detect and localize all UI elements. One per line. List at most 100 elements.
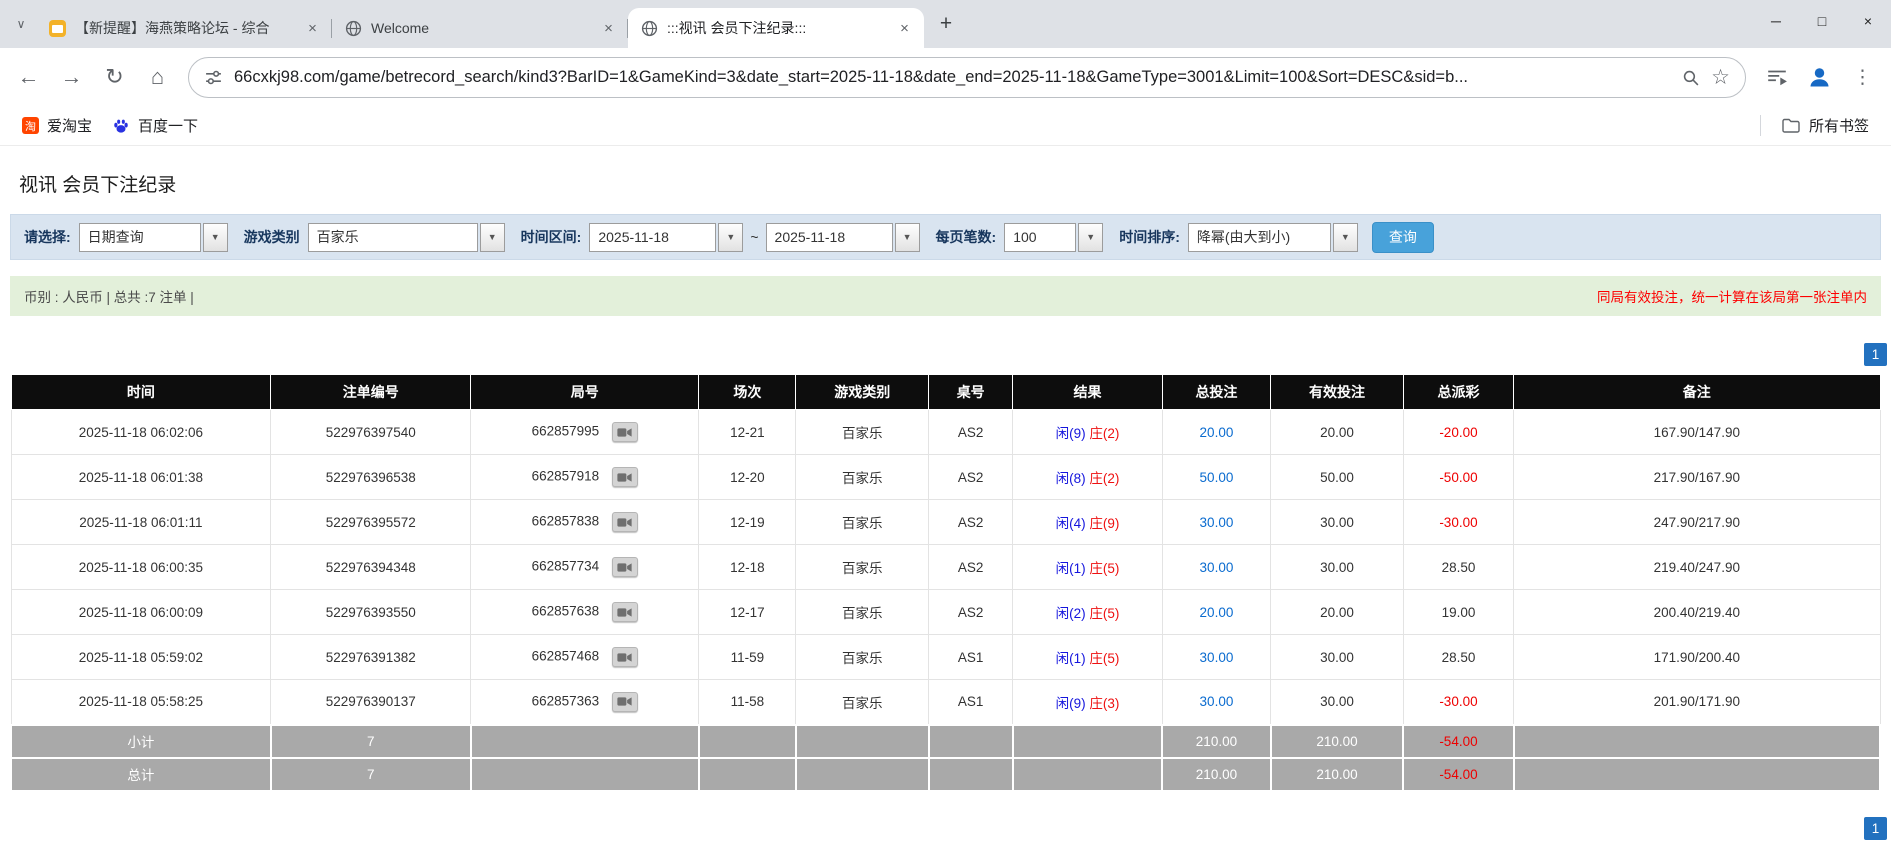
table-row: 2025-11-18 06:01:11 522976395572 6628578…	[10, 499, 1881, 545]
window-controls: ─ □ ×	[1753, 0, 1891, 41]
chevron-down-icon[interactable]: ▼	[894, 222, 920, 252]
zoom-icon[interactable]	[1681, 68, 1700, 87]
cell-total-bet-link[interactable]: 30.00	[1161, 499, 1272, 545]
all-bookmarks-button[interactable]: 所有书签	[1771, 110, 1879, 141]
cell-round: 662857468	[470, 634, 700, 680]
select-mode-label: 请选择:	[24, 229, 71, 245]
result-banker: 庄(3)	[1089, 695, 1120, 711]
bookmark-label: 百度一下	[138, 118, 199, 135]
page-number-button[interactable]: 1	[1864, 343, 1887, 366]
subtotal-count: 7	[269, 723, 472, 759]
bookmark-baidu[interactable]: 百度一下	[102, 110, 208, 141]
date-end-input[interactable]	[765, 222, 893, 252]
globe-favicon-icon	[641, 20, 658, 37]
forward-button[interactable]: →	[51, 57, 92, 98]
cell-game-type: 百家乐	[795, 544, 930, 590]
back-button[interactable]: ←	[8, 57, 49, 98]
cell-bet-id: 522976396538	[270, 454, 472, 500]
cell-game-type: 百家乐	[795, 499, 930, 545]
header-bet-id: 注单编号	[270, 374, 472, 410]
media-controls-icon[interactable]	[1756, 57, 1797, 98]
tab-close-icon[interactable]: ×	[895, 19, 914, 38]
video-replay-icon[interactable]	[611, 467, 638, 487]
cell-total-bet-link[interactable]: 50.00	[1161, 454, 1272, 500]
minimize-button[interactable]: ─	[1753, 0, 1799, 41]
tab-close-icon[interactable]: ×	[599, 19, 618, 38]
date-end-combo: ▼	[765, 222, 920, 252]
cell-valid-bet: 30.00	[1270, 544, 1404, 590]
bookmark-star-icon[interactable]: ☆	[1711, 65, 1730, 90]
cell-table-no: AS2	[928, 454, 1014, 500]
page-title: 视讯 会员下注纪录	[19, 175, 177, 196]
tab-search-button[interactable]: ∨	[8, 11, 34, 37]
cell-payout: -50.00	[1402, 454, 1515, 500]
url-text[interactable]: 66cxkj98.com/game/betrecord_search/kind3…	[234, 68, 1670, 87]
query-mode-input[interactable]	[78, 222, 201, 252]
cell-table-no: AS1	[928, 634, 1014, 680]
search-button[interactable]: 查询	[1371, 221, 1434, 253]
cell-total-bet-link[interactable]: 20.00	[1161, 589, 1272, 635]
page-number-button[interactable]: 1	[1864, 816, 1887, 840]
cell-session: 11-58	[698, 679, 797, 725]
maximize-button[interactable]: □	[1799, 0, 1845, 41]
chevron-down-icon[interactable]: ▼	[1332, 222, 1358, 252]
video-replay-icon[interactable]	[611, 422, 638, 442]
globe-favicon-icon	[345, 20, 362, 37]
cell-round: 662857638	[470, 589, 700, 635]
video-replay-icon[interactable]	[611, 557, 638, 577]
per-page-input[interactable]	[1004, 222, 1077, 252]
date-start-input[interactable]	[589, 222, 717, 252]
video-replay-icon[interactable]	[611, 647, 638, 667]
profile-avatar[interactable]	[1799, 57, 1840, 98]
cell-total-bet-link[interactable]: 30.00	[1161, 634, 1272, 680]
video-replay-icon[interactable]	[611, 691, 638, 712]
tab-close-icon[interactable]: ×	[303, 19, 322, 38]
browser-tab-bet-records[interactable]: :::视讯 会员下注纪录::: ×	[628, 8, 924, 48]
table-body: 2025-11-18 06:02:06 522976397540 6628579…	[10, 409, 1881, 725]
new-tab-button[interactable]: +	[932, 10, 960, 38]
cell-round: 662857734	[470, 544, 700, 590]
cell-note: 217.90/167.90	[1513, 454, 1881, 500]
address-bar[interactable]: 66cxkj98.com/game/betrecord_search/kind3…	[188, 56, 1746, 98]
chevron-down-icon[interactable]: ▼	[479, 222, 505, 252]
chevron-down-icon[interactable]: ▼	[1078, 222, 1104, 252]
close-button[interactable]: ×	[1845, 0, 1891, 41]
game-type-input[interactable]	[307, 222, 478, 252]
cell-total-bet-link[interactable]: 30.00	[1161, 544, 1272, 590]
header-game-type: 游戏类别	[795, 374, 930, 410]
bookmark-aitaobao[interactable]: 淘 爱淘宝	[12, 110, 102, 141]
pagination-top: 1	[4, 343, 1887, 366]
site-settings-icon[interactable]	[204, 68, 223, 87]
reload-button[interactable]: ↻	[94, 57, 135, 98]
result-player: 闲(4)	[1055, 516, 1086, 531]
cell-total-bet-link[interactable]: 20.00	[1161, 409, 1272, 455]
cell-table-no: AS2	[928, 499, 1014, 545]
cell-total-bet-link[interactable]: 30.00	[1161, 679, 1272, 725]
cell-time: 2025-11-18 06:01:38	[10, 454, 272, 500]
cell-note: 167.90/147.90	[1513, 409, 1881, 455]
browser-menu-icon[interactable]: ⋮	[1842, 57, 1883, 98]
date-start-combo: ▼	[589, 222, 744, 252]
sort-order-input[interactable]	[1187, 222, 1331, 252]
cell-bet-id: 522976395572	[270, 499, 472, 545]
sort-order-label: 时间排序:	[1119, 229, 1180, 245]
video-replay-icon[interactable]	[611, 602, 638, 622]
header-round: 局号	[470, 374, 700, 410]
home-button[interactable]: ⌂	[137, 57, 178, 98]
cell-result: 闲(9) 庄(3)	[1012, 679, 1163, 725]
table-row: 2025-11-18 06:02:06 522976397540 6628579…	[10, 409, 1881, 455]
browser-tab-forum[interactable]: 【新提醒】海燕策略论坛 - 综合 ×	[36, 8, 332, 48]
cell-payout: 28.50	[1402, 544, 1515, 590]
tab-strip: ∨ 【新提醒】海燕策略论坛 - 综合 × Welcome × :::视讯 会员下…	[0, 0, 1891, 48]
cell-result: 闲(2) 庄(5)	[1012, 589, 1163, 635]
result-player: 闲(9)	[1055, 695, 1086, 711]
chevron-down-icon[interactable]: ▼	[718, 222, 744, 252]
table-row: 2025-11-18 06:00:09 522976393550 6628576…	[10, 589, 1881, 635]
video-replay-icon[interactable]	[611, 512, 638, 532]
browser-tab-welcome[interactable]: Welcome ×	[332, 8, 628, 48]
cell-time: 2025-11-18 06:00:35	[10, 544, 272, 590]
cell-valid-bet: 20.00	[1270, 589, 1404, 635]
info-bar: 币别 : 人民币 | 总共 :7 注单 | 同局有效投注，统一计算在该局第一张注…	[10, 276, 1881, 316]
chevron-down-icon[interactable]: ▼	[202, 222, 228, 252]
subtotal-total-bet: 210.00	[1161, 723, 1272, 759]
